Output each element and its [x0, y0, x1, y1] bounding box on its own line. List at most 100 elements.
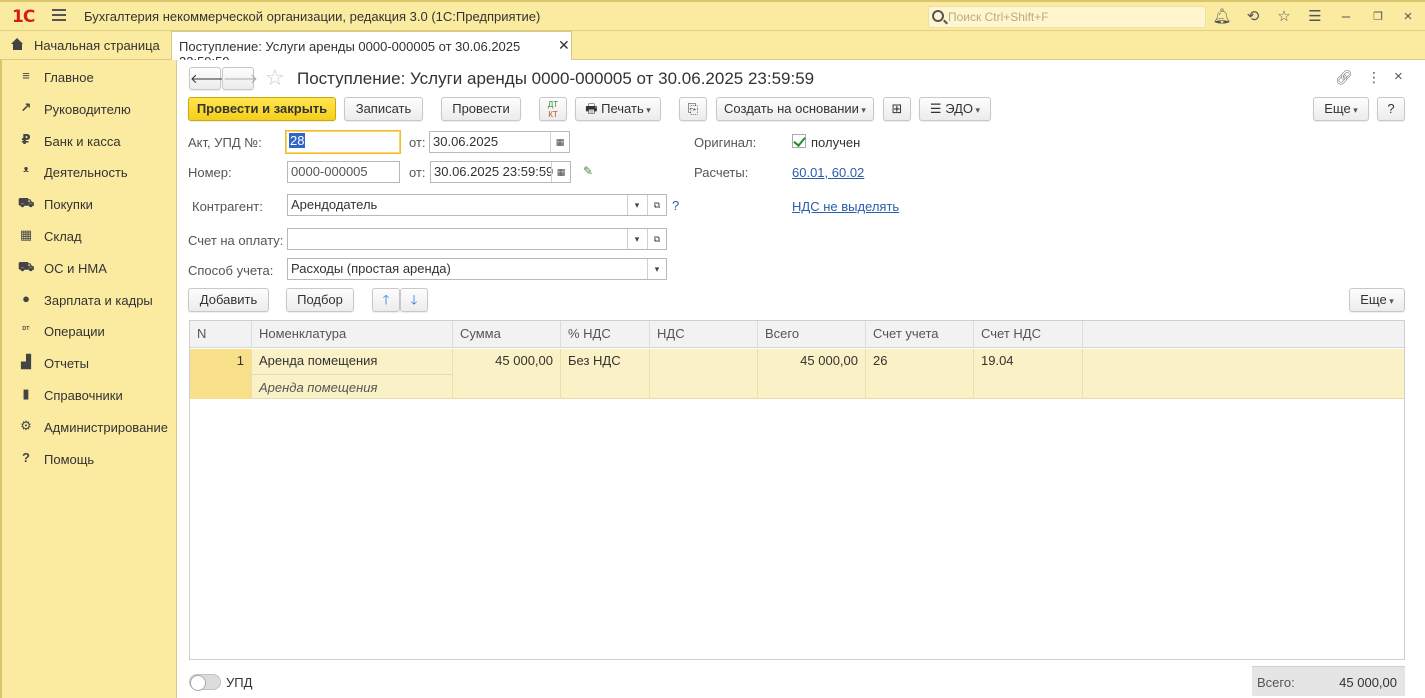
- vat-link[interactable]: НДС не выделять: [792, 199, 899, 214]
- number-date-from-label: от:: [409, 165, 426, 180]
- person-icon: ●: [22, 291, 30, 306]
- bell-icon[interactable]: 🔔︎: [1212, 7, 1232, 27]
- home-icon: [11, 38, 24, 50]
- table-row[interactable]: 1 Аренда помещения Аренда помещения 45 0…: [190, 349, 1404, 399]
- structure-button[interactable]: ⊞: [883, 97, 911, 121]
- cell-vat-account[interactable]: 19.04: [974, 349, 1083, 399]
- minimize-icon[interactable]: –: [1336, 7, 1356, 27]
- cell-vat[interactable]: [650, 349, 758, 399]
- calendar-icon[interactable]: ▦: [551, 162, 570, 182]
- more-vertical-icon[interactable]: ⋮: [1367, 69, 1381, 86]
- act-number-input[interactable]: 28: [285, 130, 401, 154]
- column-header[interactable]: N: [190, 321, 252, 348]
- sidebar-item-bank[interactable]: ₽ Банк и касса: [2, 126, 177, 154]
- close-form-icon[interactable]: ×: [1394, 68, 1403, 85]
- sidebar-item-activity[interactable]: ᵜ Деятельность: [2, 157, 177, 185]
- create-based-on-button[interactable]: Создать на основании: [716, 97, 874, 121]
- link-icon[interactable]: 🔗︎: [1335, 69, 1353, 86]
- page-title: Поступление: Услуги аренды 0000-000005 о…: [297, 69, 815, 88]
- print-button[interactable]: 🖶 Печать: [575, 97, 661, 121]
- column-header[interactable]: Сумма: [453, 321, 561, 348]
- paperclip-icon: ⎘: [687, 101, 699, 116]
- accounting-method-select[interactable]: Расходы (простая аренда) ▾: [287, 258, 667, 280]
- sidebar-item-warehouse[interactable]: ▦ Склад: [2, 221, 177, 249]
- title-bar: 1С Бухгалтерия некоммерческой организаци…: [0, 0, 1425, 31]
- close-tab-icon[interactable]: ✕: [558, 37, 570, 54]
- open-icon[interactable]: ⧉: [647, 195, 666, 215]
- sidebar-item-main[interactable]: ≡ Главное: [2, 62, 177, 90]
- dt-kt-button[interactable]: ДТ КТ: [539, 97, 567, 121]
- settings-lines-icon[interactable]: ☰: [1305, 7, 1325, 27]
- history-icon[interactable]: ⟲: [1243, 7, 1263, 27]
- chevron-down-icon[interactable]: ▾: [627, 195, 646, 215]
- column-header[interactable]: % НДС: [561, 321, 650, 348]
- sidebar: ≡ Главное ↗ Руководителю ₽ Банк и касса ᵜ Де…: [0, 60, 177, 698]
- original-value: получен: [811, 135, 861, 150]
- edo-button[interactable]: ☰ ЭДО: [919, 97, 991, 121]
- sidebar-item-reports[interactable]: ▟ Отчеты: [2, 348, 177, 376]
- save-button[interactable]: Записать: [344, 97, 423, 121]
- sidebar-item-purchases[interactable]: ⛟ Покупки: [2, 189, 177, 217]
- sidebar-item-help[interactable]: ? Помощь: [2, 444, 177, 472]
- post-button[interactable]: Провести: [441, 97, 521, 121]
- act-date-input[interactable]: 30.06.2025 ▦: [429, 131, 570, 153]
- attach-button[interactable]: ⎘: [679, 97, 707, 121]
- original-checkbox[interactable]: [792, 134, 806, 148]
- pick-button[interactable]: Подбор: [286, 288, 354, 312]
- sidebar-item-manager[interactable]: ↗ Руководителю: [2, 94, 177, 122]
- chevron-down-icon[interactable]: ▾: [647, 259, 666, 279]
- column-header[interactable]: Номенклатура: [252, 321, 453, 348]
- add-row-button[interactable]: Добавить: [188, 288, 269, 312]
- help-button[interactable]: ?: [1377, 97, 1405, 121]
- column-header[interactable]: Всего: [758, 321, 866, 348]
- column-header[interactable]: Счет НДС: [974, 321, 1083, 348]
- goods-table[interactable]: N Номенклатура Сумма % НДС НДС Всего Сче…: [189, 320, 1405, 660]
- arrow-down-icon: 🡓: [410, 292, 418, 307]
- post-and-close-button[interactable]: Провести и закрыть: [188, 97, 336, 121]
- star-icon[interactable]: ☆: [1274, 7, 1294, 27]
- warehouse-icon: ▦: [19, 227, 33, 242]
- column-header[interactable]: Счет учета: [866, 321, 974, 348]
- invoice-label: Счет на оплату:: [188, 233, 284, 248]
- invoice-input[interactable]: ▾ ⧉: [287, 228, 667, 250]
- cell-total[interactable]: 45 000,00: [758, 349, 866, 399]
- chevron-down-icon[interactable]: ▾: [627, 229, 646, 249]
- gear-icon: ⚙: [20, 418, 32, 433]
- column-header[interactable]: НДС: [650, 321, 758, 348]
- search-input[interactable]: Поиск Ctrl+Shift+F: [928, 6, 1206, 28]
- sidebar-item-admin[interactable]: ⚙ Администрирование: [2, 412, 177, 440]
- cell-vat-rate[interactable]: Без НДС: [561, 349, 650, 399]
- tab-home[interactable]: Начальная страница: [0, 31, 170, 59]
- move-down-button[interactable]: 🡓: [400, 288, 428, 312]
- upd-toggle[interactable]: [189, 674, 221, 691]
- edit-history-icon[interactable]: ✎: [583, 164, 593, 178]
- sidebar-item-catalogs[interactable]: ▮ Справочники: [2, 380, 177, 408]
- counterparty-input[interactable]: Арендодатель ▾ ⧉: [287, 194, 667, 216]
- cell-sum[interactable]: 45 000,00: [453, 349, 561, 399]
- number-date-input[interactable]: 30.06.2025 23:59:59 ▦: [430, 161, 571, 183]
- cell-nomenclature[interactable]: Аренда помещения Аренда помещения: [252, 349, 453, 399]
- sidebar-item-operations[interactable]: ᴰᵀ Операции: [2, 316, 177, 344]
- counterparty-help-icon[interactable]: ?: [672, 198, 679, 213]
- tab-document[interactable]: Поступление: Услуги аренды 0000-000005 о…: [171, 31, 572, 69]
- total-box: Всего: 45 000,00: [1252, 666, 1405, 696]
- close-icon[interactable]: ×: [1398, 7, 1418, 27]
- back-button[interactable]: 🡐: [189, 67, 225, 90]
- main-menu-icon[interactable]: [52, 9, 66, 23]
- number-label: Номер:: [188, 165, 232, 180]
- settlements-link[interactable]: 60.01, 60.02: [792, 165, 864, 180]
- calendar-icon[interactable]: ▦: [550, 132, 569, 152]
- open-icon[interactable]: ⧉: [647, 229, 666, 249]
- move-up-button[interactable]: 🡑: [372, 288, 400, 312]
- sidebar-item-salary[interactable]: ● Зарплата и кадры: [2, 285, 177, 313]
- restore-icon[interactable]: ❐: [1368, 7, 1388, 27]
- ruble-icon: ₽: [21, 132, 31, 147]
- number-input[interactable]: 0000-000005: [287, 161, 400, 183]
- favorite-star-icon[interactable]: ☆: [265, 65, 285, 91]
- table-more-button[interactable]: Еще: [1349, 288, 1405, 312]
- more-button[interactable]: Еще: [1313, 97, 1369, 121]
- original-label: Оригинал:: [694, 135, 757, 150]
- sidebar-item-assets[interactable]: ⛟ ОС и НМА: [2, 253, 177, 281]
- forward-button[interactable]: 🡒: [222, 67, 258, 90]
- cell-account[interactable]: 26: [866, 349, 974, 399]
